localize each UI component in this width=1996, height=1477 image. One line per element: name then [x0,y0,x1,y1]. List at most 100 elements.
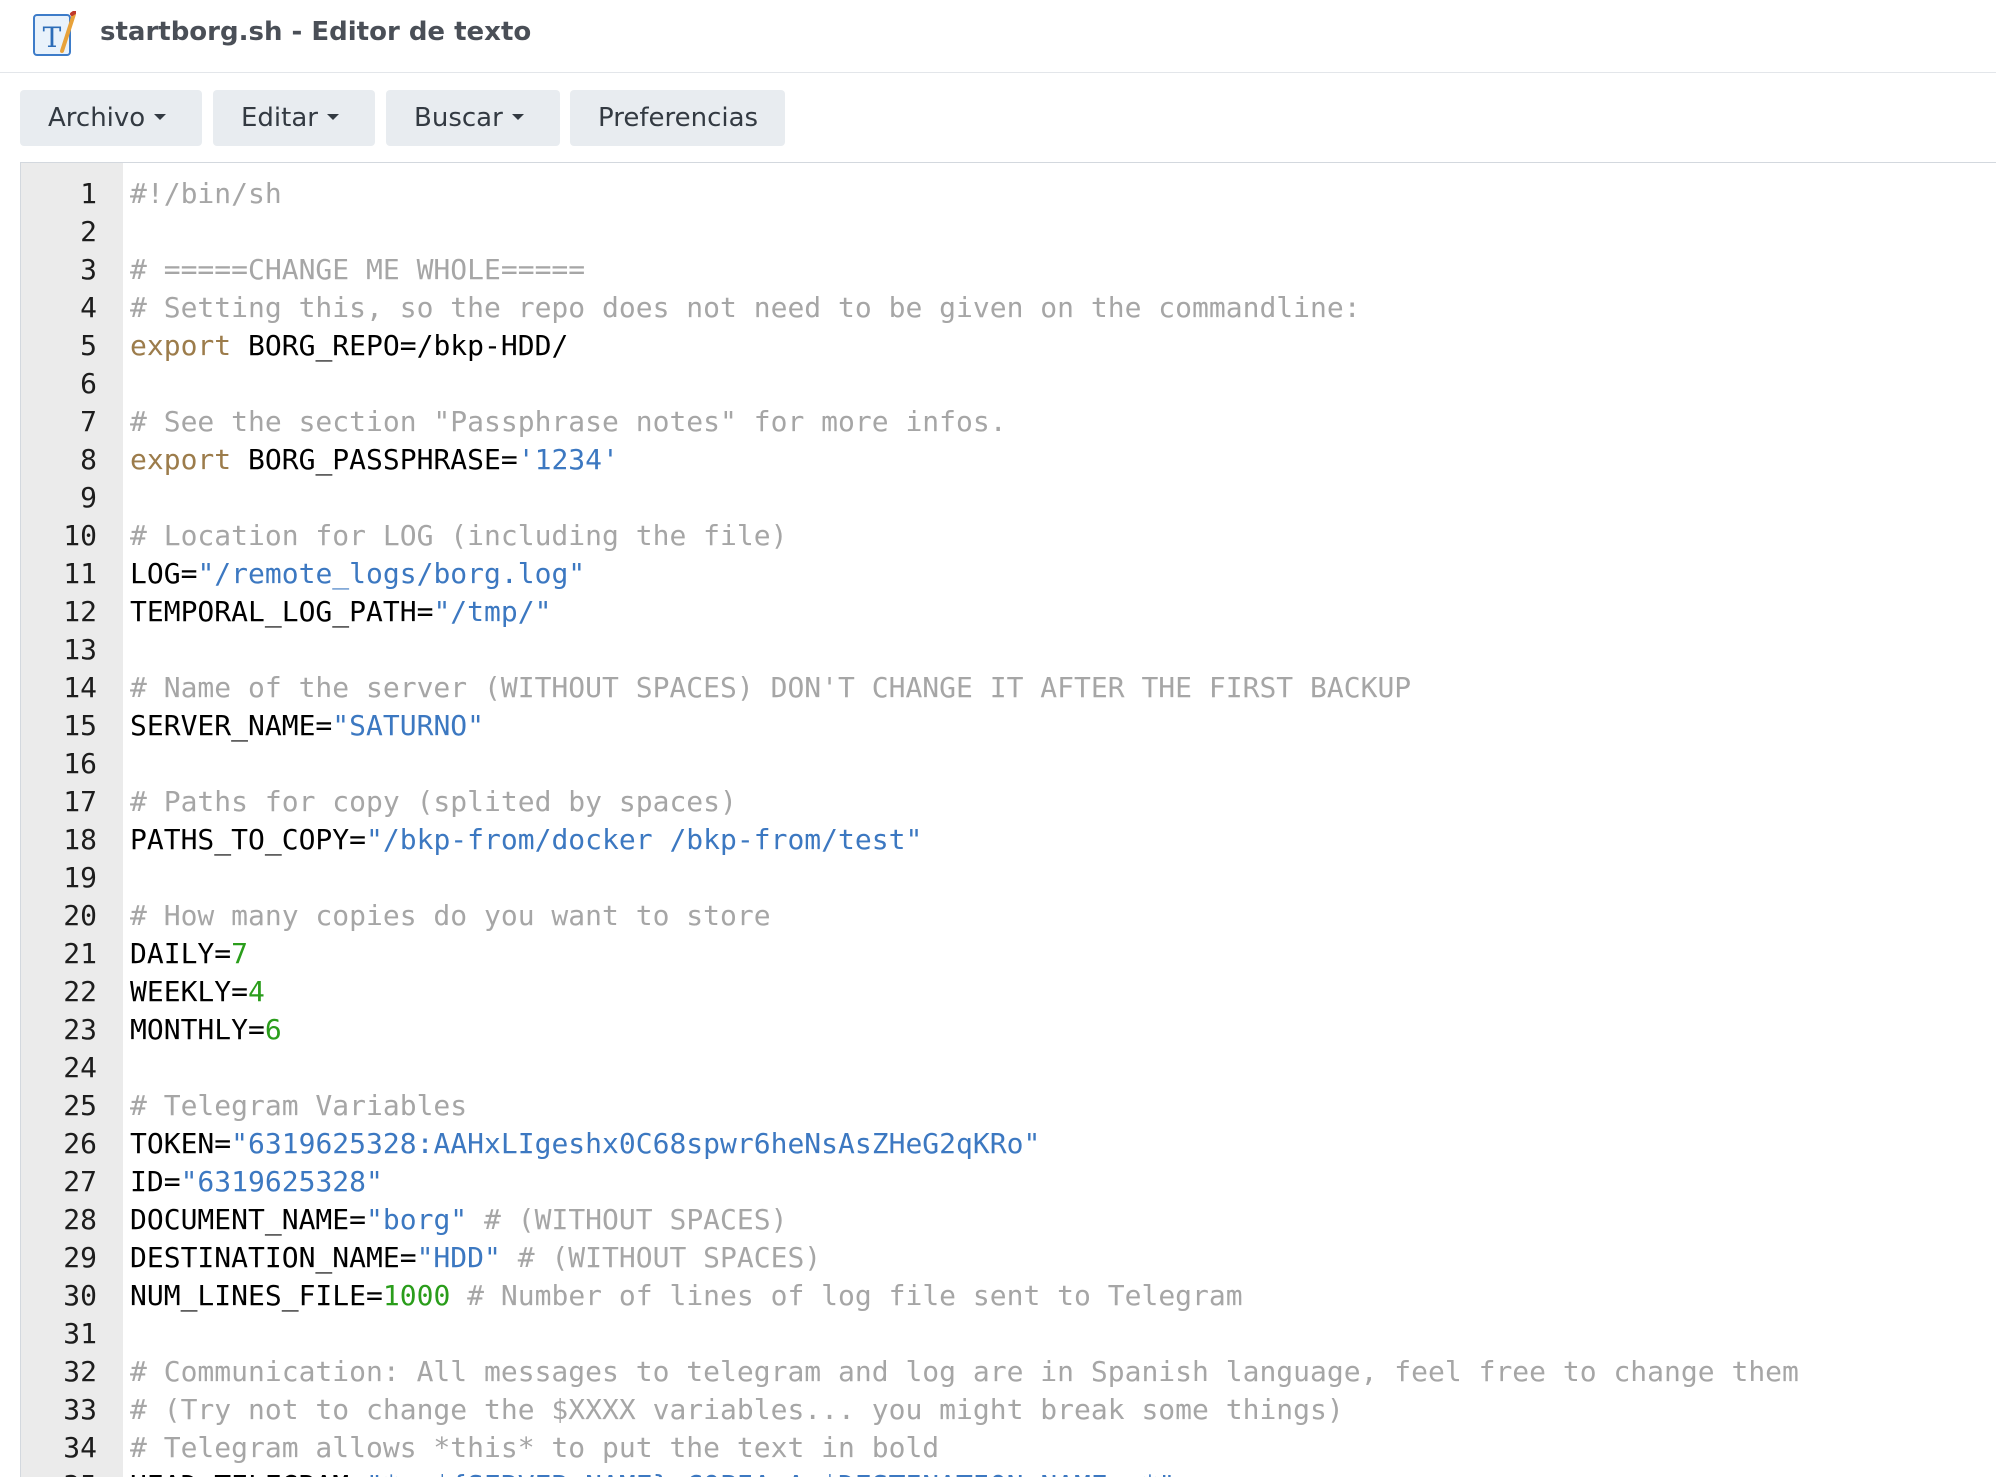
token-plain: DESTINATION_NAME= [130,1241,417,1274]
line-number: 25 [63,1089,97,1122]
line-number: 18 [63,823,97,856]
token-comment: # Setting this, so the repo does not nee… [130,291,1361,324]
token-plain: MONTHLY= [130,1013,265,1046]
code-text: # Communication: All messages to telegra… [130,1353,1799,1391]
line-number: 30 [63,1279,97,1312]
line-number: 27 [63,1165,97,1198]
menu-archivo-label: Archivo [48,103,146,133]
code-line[interactable]: 19 [21,859,1996,897]
code-text: LOG="/remote_logs/borg.log" [130,555,585,593]
code-line[interactable]: 24 [21,1049,1996,1087]
menu-editar-label: Editar [241,103,318,133]
chevron-down-icon [511,113,524,120]
line-number: 33 [63,1393,97,1426]
code-line[interactable]: 20 # How many copies do you want to store [21,897,1996,935]
code-text: export BORG_PASSPHRASE='1234' [130,441,619,479]
window-title: startborg.sh - Editor de texto [100,17,532,47]
line-number: 19 [63,861,97,894]
line-number: 5 [80,329,97,362]
code-text: # Name of the server (WITHOUT SPACES) DO… [130,669,1411,707]
line-number: 21 [63,937,97,970]
chevron-down-icon [154,113,167,120]
code-line[interactable]: 12 TEMPORAL_LOG_PATH="/tmp/" [21,593,1996,631]
menu-buscar[interactable]: Buscar [386,90,560,146]
title-bar: T startborg.sh - Editor de texto [0,0,1996,73]
svg-text:T: T [43,21,62,54]
code-line[interactable]: 11 LOG="/remote_logs/borg.log" [21,555,1996,593]
code-line[interactable]: 33 # (Try not to change the $XXXX variabl… [21,1391,1996,1429]
token-plain: SERVER_NAME= [130,709,333,742]
line-number: 32 [63,1355,97,1388]
code-line[interactable]: 17 # Paths for copy (splited by spaces) [21,783,1996,821]
line-number: 11 [63,557,97,590]
token-comment: # (Try not to change the $XXXX variables… [130,1393,1344,1426]
line-number: 12 [63,595,97,628]
line-number: 6 [80,367,97,400]
code-line[interactable]: 15 SERVER_NAME="SATURNO" [21,707,1996,745]
code-line[interactable]: 31 [21,1315,1996,1353]
token-comment: # =====CHANGE ME WHOLE===== [130,253,586,286]
menu-preferencias[interactable]: Preferencias [570,90,785,146]
code-line[interactable]: 14 # Name of the server (WITHOUT SPACES) … [21,669,1996,707]
code-text: SERVER_NAME="SATURNO" [130,707,484,745]
line-number: 2 [80,215,97,248]
code-line[interactable]: 2 [21,213,1996,251]
code-line[interactable]: 8 export BORG_PASSPHRASE='1234' [21,441,1996,479]
line-number: 16 [63,747,97,780]
token-plain: LOG= [130,557,198,590]
token-string: "/tmp/" [433,595,552,628]
code-line[interactable]: 25 # Telegram Variables [21,1087,1996,1125]
text-editor-icon: T [33,11,76,56]
token-string: '1234' [517,443,619,476]
token-comment: # See the section "Passphrase notes" for… [130,405,1007,438]
code-line[interactable]: 5 export BORG_REPO=/bkp-HDD/ [21,327,1996,365]
menu-editar[interactable]: Editar [213,90,375,146]
code-line[interactable]: 27 ID="6319625328" [21,1163,1996,1201]
line-number: 3 [80,253,97,286]
token-keyword: export [130,329,232,362]
token-plain: WEEKLY= [130,975,249,1008]
code-line[interactable]: 16 [21,745,1996,783]
code-text: WEEKLY=4 [130,973,265,1011]
menu-archivo[interactable]: Archivo [20,90,202,146]
code-line[interactable]: 1 #!/bin/sh [21,175,1996,213]
code-line[interactable]: 13 [21,631,1996,669]
code-line[interactable]: 29 DESTINATION_NAME="HDD" # (WITHOUT SPAC… [21,1239,1996,1277]
code-line[interactable]: 21 DAILY=7 [21,935,1996,973]
line-number: 4 [80,291,97,324]
line-number: 20 [63,899,97,932]
code-text: # Telegram Variables [130,1087,467,1125]
code-line[interactable]: 32 # Communication: All messages to teleg… [21,1353,1996,1391]
code-line[interactable]: 34 # Telegram allows *this* to put the te… [21,1429,1996,1467]
token-plain: BORG_PASSPHRASE= [231,443,518,476]
code-editor[interactable]: 1 #!/bin/sh 2 3 # =====CHANGE ME WHOLE===== 4… [20,162,1996,1477]
code-text: ID="6319625328" [130,1163,383,1201]
code-line[interactable]: 18 PATHS_TO_COPY="/bkp-from/docker /bkp-f… [21,821,1996,859]
code-text: # See the section "Passphrase notes" for… [130,403,1007,441]
code-line[interactable]: 26 TOKEN="6319625328:AAHxLIgeshx0C68spwr6… [21,1125,1996,1163]
token-string: "/bkp-from/docker /bkp-from/test" [366,823,923,856]
code-line[interactable]: 30 NUM_LINES_FILE=1000 # Number of lines … [21,1277,1996,1315]
code-line[interactable]: 9 [21,479,1996,517]
code-line[interactable]: 7 # See the section "Passphrase notes" fo… [21,403,1996,441]
line-number: 23 [63,1013,97,1046]
token-plain: BORG_REPO=/bkp-HDD/ [231,329,569,362]
code-text: MONTHLY=6 [130,1011,282,1049]
token-comment: # (WITHOUT SPACES) [500,1241,822,1274]
code-text: TOKEN="6319625328:AAHxLIgeshx0C68spwr6he… [130,1125,1040,1163]
line-number: 10 [63,519,97,552]
token-number: 1000 [382,1279,451,1312]
token-plain: PATHS_TO_COPY= [130,823,367,856]
code-line[interactable]: 22 WEEKLY=4 [21,973,1996,1011]
code-line[interactable]: 6 [21,365,1996,403]
code-line[interactable]: 4 # Setting this, so the repo does not ne… [21,289,1996,327]
code-lines: 1 #!/bin/sh 2 3 # =====CHANGE ME WHOLE===== 4… [21,163,1996,1477]
token-comment: # Name of the server (WITHOUT SPACES) DO… [130,671,1412,704]
line-number: 26 [63,1127,97,1160]
code-line[interactable]: 23 MONTHLY=6 [21,1011,1996,1049]
code-line[interactable]: 10 # Location for LOG (including the file… [21,517,1996,555]
token-keyword: export [130,443,232,476]
code-text: DOCUMENT_NAME="borg" # (WITHOUT SPACES) [130,1201,787,1239]
code-line[interactable]: 3 # =====CHANGE ME WHOLE===== [21,251,1996,289]
code-line[interactable]: 28 DOCUMENT_NAME="borg" # (WITHOUT SPACES… [21,1201,1996,1239]
